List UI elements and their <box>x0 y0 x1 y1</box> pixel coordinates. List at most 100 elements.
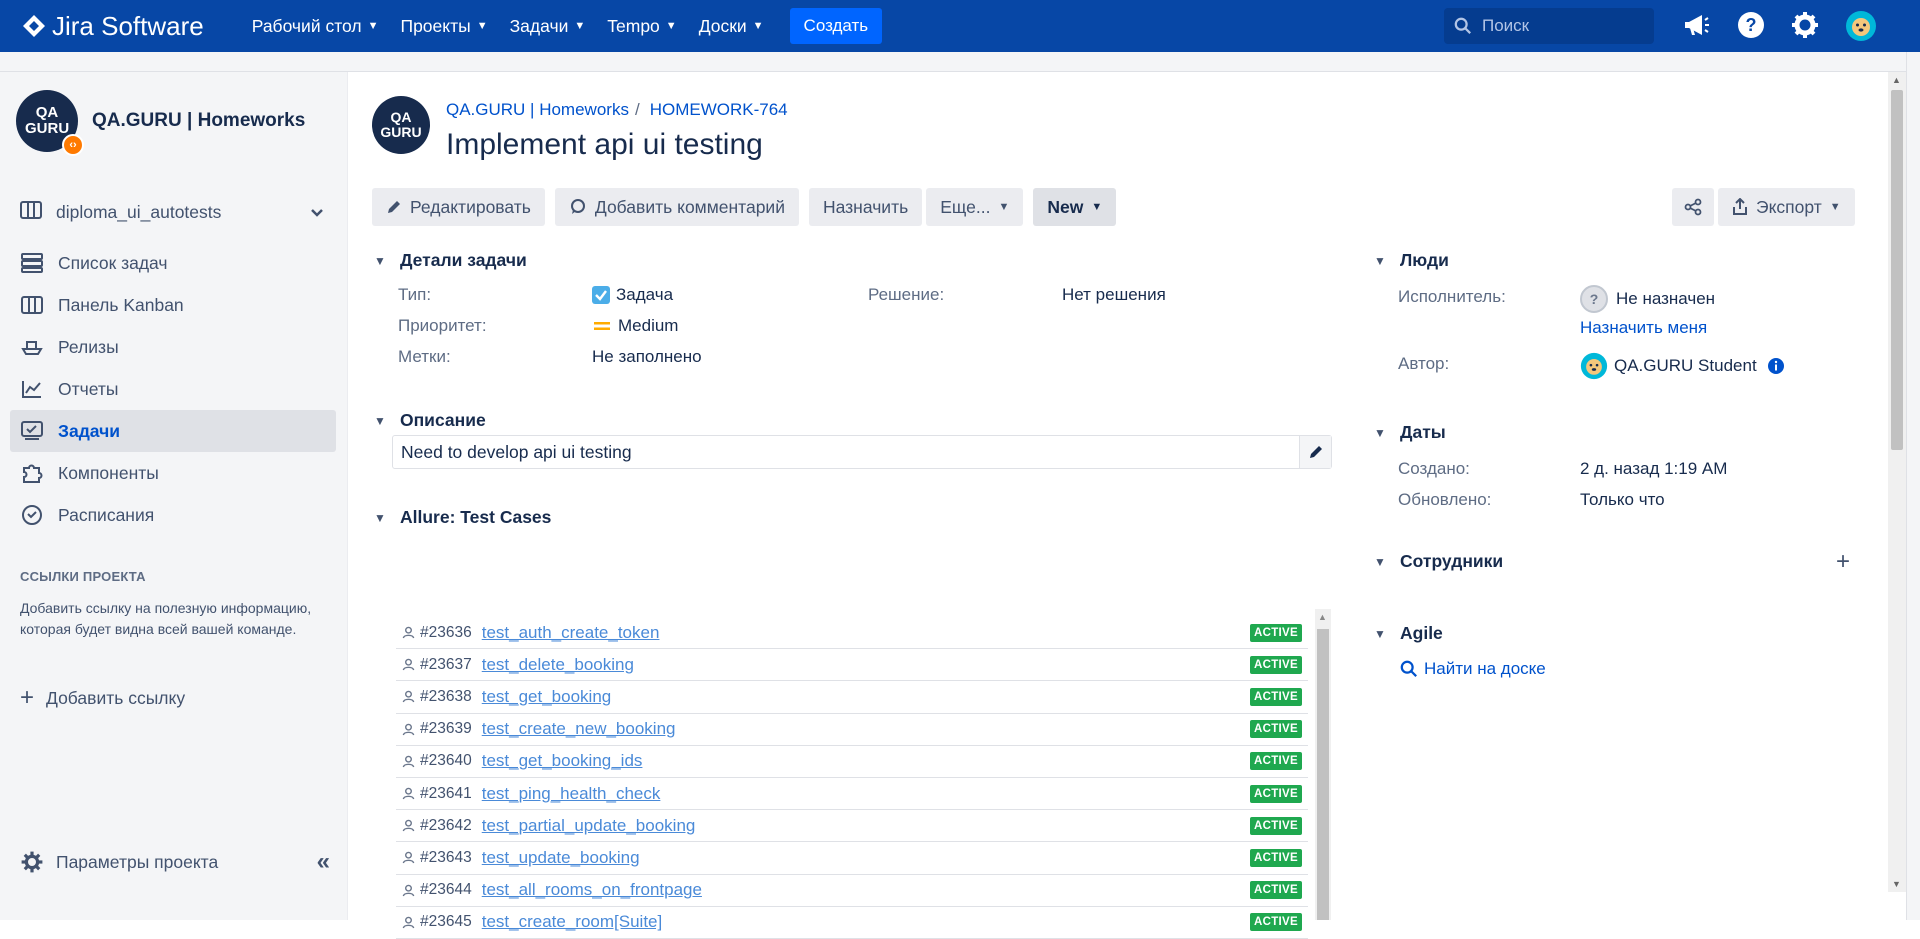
author-value[interactable]: QA.GURU Student <box>1580 352 1785 380</box>
person-icon <box>402 916 415 929</box>
test-case-link[interactable]: test_get_booking_ids <box>482 751 643 771</box>
sidebar-item-releases[interactable]: Релизы <box>10 326 336 368</box>
sidebar-item-reports[interactable]: Отчеты <box>10 368 336 410</box>
scrollbar-thumb[interactable] <box>1317 629 1329 920</box>
project-sidebar: QA GURU ‹› QA.GURU | Homeworks diploma_u… <box>0 72 348 920</box>
scroll-up-arrow-icon[interactable]: ▲ <box>1318 612 1327 622</box>
agile-section-header[interactable]: ▼ Agile <box>1374 623 1443 644</box>
assignee-value: ? Не назначен <box>1580 285 1715 313</box>
page-scrollbar-thumb[interactable] <box>1891 90 1903 450</box>
add-link-button[interactable]: + Добавить ссылку <box>20 684 185 712</box>
test-case-link[interactable]: test_delete_booking <box>482 655 634 675</box>
assign-to-me-link[interactable]: Назначить меня <box>1580 318 1707 338</box>
user-avatar[interactable] <box>1845 10 1877 47</box>
resolution-label: Решение: <box>868 285 945 304</box>
test-case-link[interactable]: test_auth_create_token <box>482 623 660 643</box>
scroll-down-arrow-icon[interactable]: ▼ <box>1892 879 1901 889</box>
test-case-row: #23643 test_update_booking ACTIVE <box>396 842 1308 875</box>
nav-item-issues[interactable]: Задачи ▼ <box>510 16 586 37</box>
test-case-id: #23641 <box>420 784 472 802</box>
edit-button-label: Редактировать <box>410 196 531 217</box>
share-icon <box>1684 198 1702 216</box>
sidebar-item-issues[interactable]: Задачи <box>10 410 336 452</box>
issue-title[interactable]: Implement api ui testing <box>446 128 763 162</box>
employees-section-header[interactable]: ▼ Сотрудники <box>1374 551 1503 572</box>
add-comment-button[interactable]: Добавить комментарий <box>554 188 799 226</box>
test-case-link[interactable]: test_all_rooms_on_frontpage <box>482 880 702 900</box>
notifications-megaphone-icon[interactable] <box>1680 10 1710 45</box>
settings-gear-icon[interactable] <box>1790 10 1820 45</box>
find-on-board-link[interactable]: Найти на доске <box>1400 659 1546 679</box>
info-icon[interactable] <box>1767 357 1785 375</box>
priority-value: Medium <box>594 316 678 336</box>
help-icon[interactable]: ? <box>1736 10 1766 45</box>
window-scrollbar[interactable] <box>1906 52 1920 920</box>
edit-button[interactable]: Редактировать <box>372 188 545 226</box>
page-scrollbar[interactable]: ▲ ▼ <box>1888 72 1906 892</box>
gear-icon <box>20 850 44 874</box>
svg-text:?: ? <box>1746 15 1757 35</box>
sidebar-item-backlog[interactable]: Список задач <box>10 242 336 284</box>
test-case-link[interactable]: test_update_booking <box>482 848 640 868</box>
test-case-row: #23637 test_delete_booking ACTIVE <box>396 649 1308 682</box>
description-text: Need to develop api ui testing <box>401 441 632 462</box>
test-case-row: #23638 test_get_booking ACTIVE <box>396 681 1308 714</box>
search-placeholder: Поиск <box>1482 16 1530 35</box>
sidebar-item-schedules[interactable]: Расписания <box>10 494 336 536</box>
issue-project-avatar: QA GURU <box>372 96 430 154</box>
nav-item-dashboard[interactable]: Рабочий стол ▼ <box>252 16 379 37</box>
nav-item-label: Доски <box>698 15 747 36</box>
collapse-sidebar-icon[interactable]: « <box>317 848 330 876</box>
breadcrumb-issue-key-link[interactable]: HOMEWORK-764 <box>650 100 788 120</box>
type-value: Задача <box>592 285 673 305</box>
sidebar-item-kanban[interactable]: Панель Kanban <box>10 284 336 326</box>
author-value-text: QA.GURU Student <box>1614 356 1757 375</box>
project-header[interactable]: QA GURU ‹› QA.GURU | Homeworks <box>16 90 305 156</box>
board-icon <box>20 295 44 315</box>
add-employee-plus-icon[interactable]: + <box>1836 548 1850 576</box>
test-case-link[interactable]: test_partial_update_booking <box>482 816 696 836</box>
share-button[interactable] <box>1672 188 1714 226</box>
nav-item-projects[interactable]: Проекты ▼ <box>400 16 487 37</box>
person-icon <box>402 787 415 800</box>
nav-item-boards[interactable]: Доски ▼ <box>699 16 764 37</box>
assign-button[interactable]: Назначить <box>808 188 923 226</box>
pencil-icon <box>386 199 402 215</box>
test-case-link[interactable]: test_create_room[Suite] <box>482 912 662 932</box>
employees-heading: Сотрудники <box>1400 551 1504 571</box>
status-button[interactable]: New ▼ <box>1033 188 1117 226</box>
test-case-id: #23640 <box>420 752 472 770</box>
search-input[interactable]: Поиск <box>1444 8 1654 44</box>
issue-toolbar-right: Экспорт ▼ <box>1672 188 1859 226</box>
details-section-header[interactable]: ▼ Детали задачи <box>374 250 527 271</box>
sidebar-item-label: Список задач <box>58 252 168 273</box>
type-label: Тип: <box>398 285 432 304</box>
test-case-id: #23637 <box>420 655 472 673</box>
twisty-down-icon: ▼ <box>374 413 386 428</box>
board-selector[interactable]: diploma_ui_autotests <box>20 200 330 225</box>
export-button[interactable]: Экспорт ▼ <box>1718 188 1855 226</box>
sidebar-item-components[interactable]: Компоненты <box>10 452 336 494</box>
description-field[interactable]: Need to develop api ui testing <box>392 435 1332 469</box>
nav-item-tempo[interactable]: Tempo ▼ <box>607 16 676 37</box>
project-settings-link[interactable]: Параметры проекта « <box>20 848 330 876</box>
people-section-header[interactable]: ▼ Люди <box>1374 250 1449 271</box>
pencil-icon[interactable] <box>1299 436 1331 468</box>
dates-section-header[interactable]: ▼ Даты <box>1374 422 1446 443</box>
status-label: New <box>1047 196 1084 217</box>
test-case-link[interactable]: test_get_booking <box>482 687 612 707</box>
project-avatar-text: QA GURU <box>25 104 70 137</box>
test-case-link[interactable]: test_ping_health_check <box>482 784 661 804</box>
status-badge: ACTIVE <box>1250 848 1302 867</box>
description-section-header[interactable]: ▼ Описание <box>374 410 486 431</box>
create-button[interactable]: Создать <box>789 8 883 44</box>
test-case-scrollbar[interactable]: ▲ <box>1315 609 1331 920</box>
scroll-up-arrow-icon[interactable]: ▲ <box>1892 75 1901 85</box>
test-case-row: #23645 test_create_room[Suite] ACTIVE <box>396 907 1308 939</box>
breadcrumb-project-link[interactable]: QA.GURU | Homeworks <box>446 100 629 120</box>
test-case-link[interactable]: test_create_new_booking <box>482 719 676 739</box>
allure-section-header[interactable]: ▼ Allure: Test Cases <box>374 507 551 528</box>
jira-logo[interactable]: Jira Software <box>22 11 204 42</box>
announcement-strip <box>0 52 1920 72</box>
more-actions-button[interactable]: Еще... ▼ <box>926 188 1024 226</box>
